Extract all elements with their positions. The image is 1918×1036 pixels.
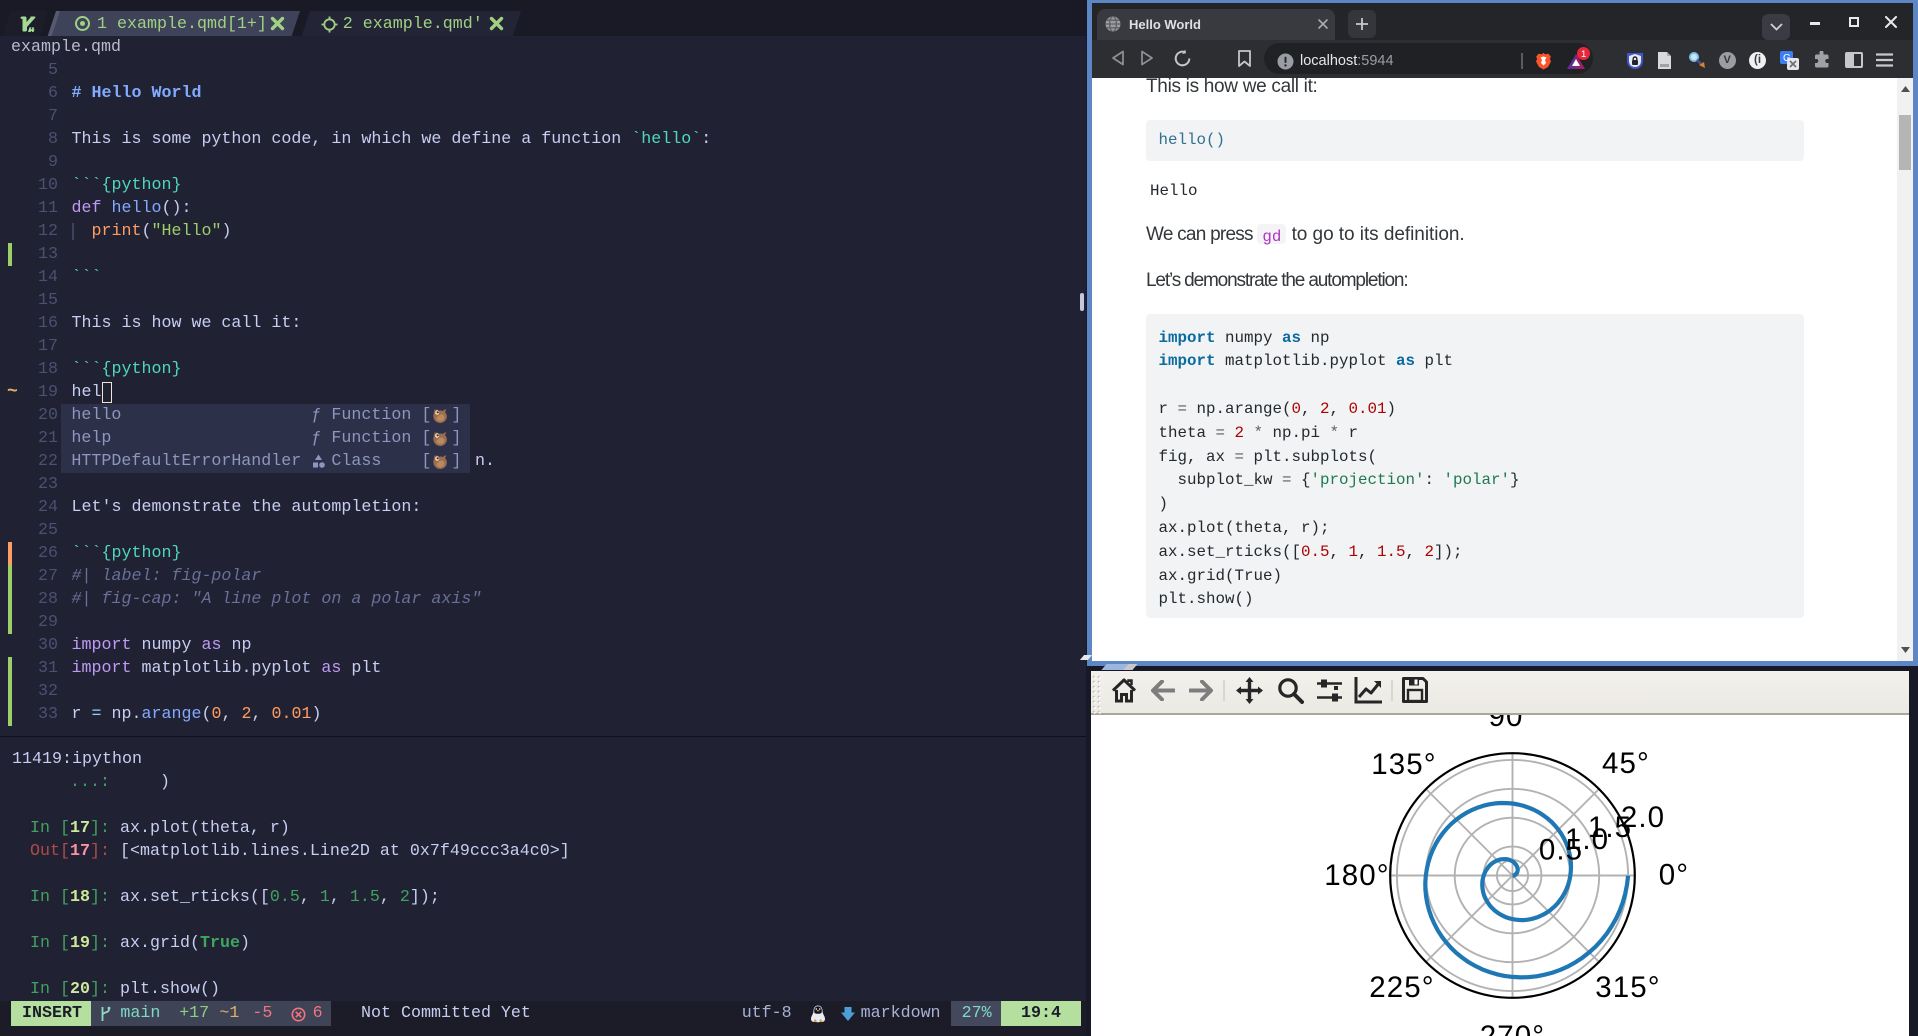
svg-text:90°: 90°	[1489, 715, 1537, 733]
svg-text:2.0: 2.0	[1621, 801, 1665, 834]
svg-text:45°: 45°	[1602, 747, 1650, 780]
svg-text:225°: 225°	[1369, 971, 1434, 1004]
svg-text:180°: 180°	[1324, 859, 1389, 892]
svg-text:315°: 315°	[1595, 971, 1660, 1004]
svg-text:135°: 135°	[1371, 748, 1436, 781]
svg-text:270°: 270°	[1480, 1020, 1545, 1036]
svg-text:0°: 0°	[1659, 859, 1689, 892]
